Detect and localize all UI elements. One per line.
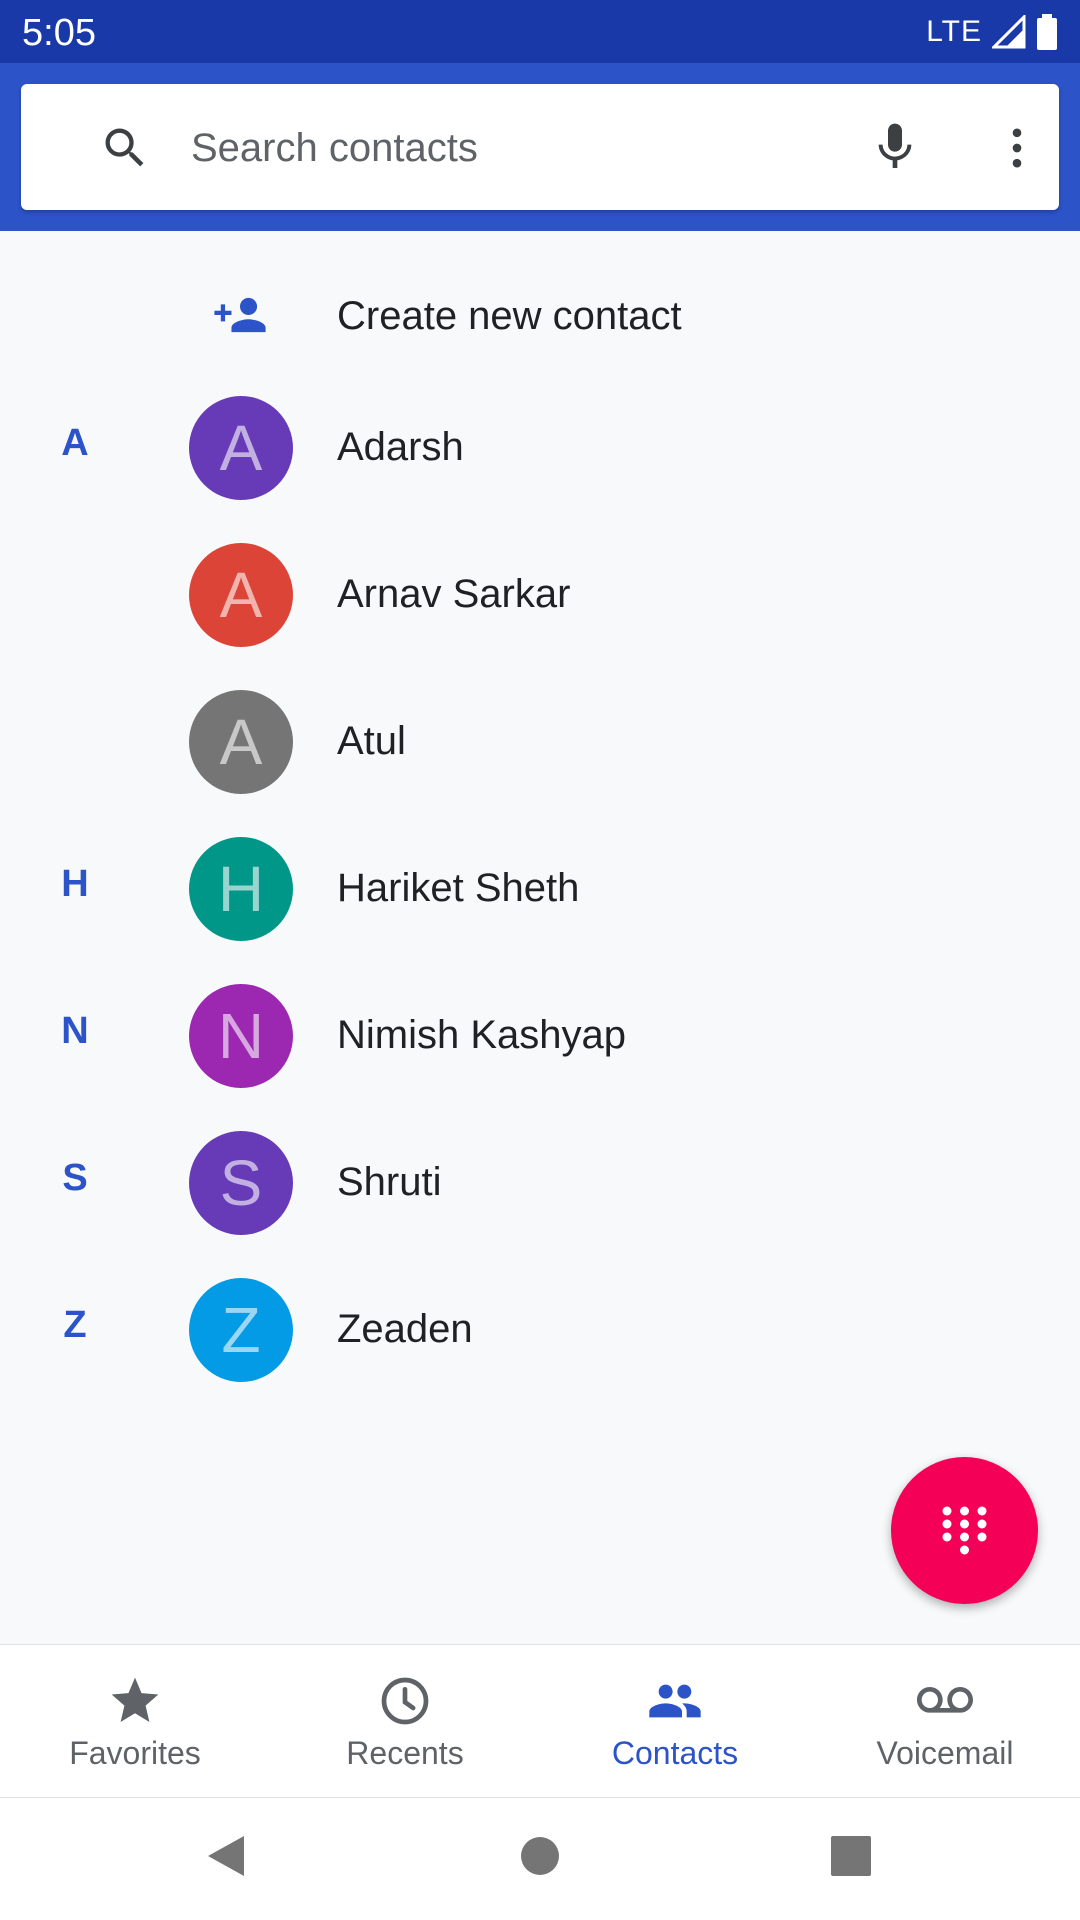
contact-row[interactable]: H H Hariket Sheth (0, 815, 1080, 962)
contact-name: Hariket Sheth (337, 866, 580, 910)
section-letter: S (62, 1157, 88, 1199)
bottom-navigation: Favorites Recents Contacts Voicemail (0, 1644, 1080, 1799)
contact-row[interactable]: N N Nimish Kashyap (0, 962, 1080, 1109)
search-input[interactable] (189, 114, 813, 182)
tab-label: Favorites (69, 1735, 201, 1771)
tab-recents[interactable]: Recents (270, 1645, 540, 1797)
avatar[interactable]: N (189, 984, 293, 1088)
contact-row[interactable]: S S Shruti (0, 1109, 1080, 1256)
section-letter: A (61, 422, 89, 464)
status-time: 5:05 (22, 12, 96, 54)
create-new-contact-label: Create new contact (337, 294, 682, 338)
search-bar[interactable] (21, 84, 1059, 210)
dialpad-button[interactable] (891, 1457, 1038, 1604)
avatar[interactable]: A (189, 396, 293, 500)
section-letter: N (61, 1010, 89, 1052)
avatar[interactable]: H (189, 837, 293, 941)
status-icons: LTE (926, 12, 1058, 52)
tab-contacts[interactable]: Contacts (540, 1645, 810, 1797)
dialpad-icon (942, 1506, 987, 1555)
clock-icon (381, 1677, 429, 1725)
search-icon[interactable] (99, 122, 151, 174)
network-type: LTE (926, 15, 982, 48)
back-icon[interactable] (206, 1834, 246, 1878)
more-options-icon[interactable] (991, 122, 1043, 174)
tab-label: Contacts (611, 1735, 739, 1771)
avatar[interactable]: S (189, 1131, 293, 1235)
contact-name: Adarsh (337, 425, 464, 469)
system-navigation-bar (0, 1798, 1080, 1920)
contact-name: Nimish Kashyap (337, 1013, 627, 1057)
app-bar (0, 63, 1080, 231)
voicemail-icon (917, 1687, 973, 1713)
people-icon (649, 1684, 701, 1718)
add-person-icon (214, 297, 266, 333)
avatar[interactable]: A (189, 543, 293, 647)
contact-row[interactable]: A A Adarsh (0, 374, 1080, 521)
microphone-icon[interactable] (867, 118, 923, 176)
contact-name: Zeaden (337, 1307, 473, 1351)
home-icon[interactable] (520, 1836, 560, 1876)
contact-row[interactable]: A Arnav Sarkar (0, 521, 1080, 668)
avatar[interactable]: Z (189, 1278, 293, 1382)
battery-icon (1037, 14, 1057, 50)
section-letter: Z (63, 1304, 87, 1346)
contact-row[interactable]: A Atul (0, 668, 1080, 815)
tab-label: Voicemail (876, 1735, 1014, 1771)
tab-label: Recents (346, 1735, 464, 1771)
create-new-contact-row[interactable]: Create new contact (0, 262, 1080, 374)
tab-favorites[interactable]: Favorites (0, 1645, 270, 1797)
contact-name: Shruti (337, 1160, 442, 1204)
tab-voicemail[interactable]: Voicemail (810, 1645, 1080, 1797)
contact-row[interactable]: Z Z Zeaden (0, 1256, 1080, 1403)
signal-icon (992, 15, 1026, 49)
status-bar: 5:05 LTE (0, 0, 1080, 63)
contact-name: Arnav Sarkar (337, 572, 571, 616)
avatar[interactable]: A (189, 690, 293, 794)
contact-name: Atul (337, 719, 406, 763)
overview-icon[interactable] (831, 1836, 871, 1876)
section-letter: H (61, 863, 89, 905)
star-icon (111, 1677, 159, 1722)
